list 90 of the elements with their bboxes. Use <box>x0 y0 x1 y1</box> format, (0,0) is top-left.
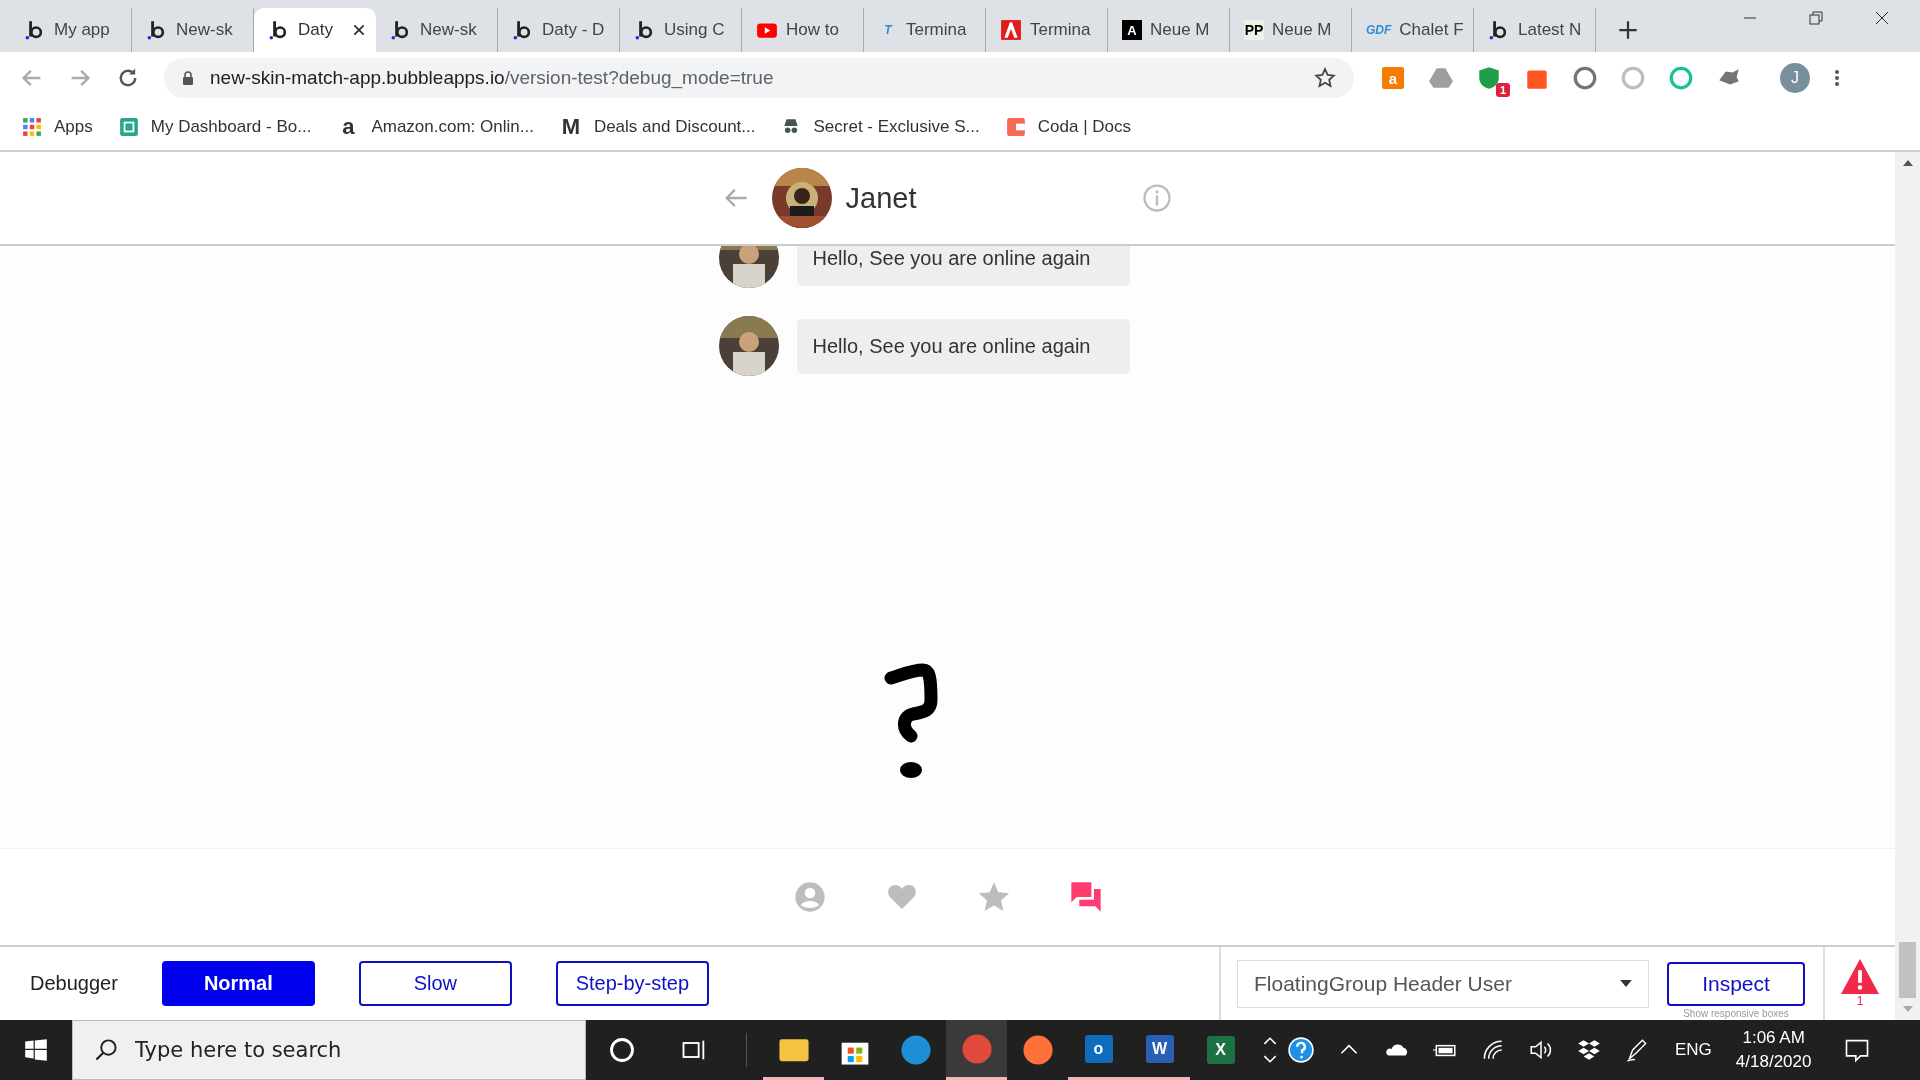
browser-tab[interactable]: Using C <box>620 8 742 52</box>
browser-tab[interactable]: My app <box>10 8 132 52</box>
tab-title: Termina <box>1030 20 1092 40</box>
speed-button[interactable]: Step-by-step <box>555 961 709 1006</box>
bookmark-link[interactable]: a Amazon.com: Onlin... <box>337 114 534 140</box>
browser-tab[interactable]: A Neue M <box>1108 8 1230 52</box>
site-logo: a <box>341 114 356 140</box>
chevron-down-icon[interactable] <box>1263 1055 1277 1064</box>
close-icon[interactable] <box>352 23 366 37</box>
browser-tab[interactable]: Daty <box>254 8 376 52</box>
scroll-up-icon[interactable] <box>1902 160 1913 166</box>
scrollbar[interactable] <box>1895 152 1920 1020</box>
taskbar-app[interactable] <box>946 1020 1007 1080</box>
browser-tab[interactable]: GDF Chalet F <box>1352 8 1474 52</box>
bookmark-link[interactable]: M Deals and Discount... <box>559 114 756 140</box>
excel-logo: X <box>1206 1036 1235 1064</box>
taskbar-search-field[interactable]: Type here to search <box>72 1020 586 1080</box>
tab-title: My app <box>54 20 111 40</box>
inspect-button[interactable]: Inspect <box>1667 962 1805 1006</box>
site-logo: PP <box>1244 20 1264 40</box>
browser-tab[interactable]: How to <box>742 8 864 52</box>
tab-title: Using C <box>664 20 726 40</box>
tab-title: How to <box>786 20 840 40</box>
lock-icon <box>182 71 194 85</box>
chrome-logo-icon <box>959 1031 994 1066</box>
site-logo: M <box>560 114 582 140</box>
tab-title: Termina <box>906 20 968 40</box>
caret-icon <box>1620 980 1632 987</box>
browser-tab[interactable]: PP Neue M <box>1230 8 1352 52</box>
notification-badge: 1 <box>1495 83 1510 97</box>
browser-tab[interactable]: Termina <box>986 8 1108 52</box>
tab-title: Latest N <box>1518 20 1583 40</box>
help-icon[interactable] <box>1288 1037 1314 1063</box>
bookmark-link[interactable]: My Dashboard - Bo... <box>118 117 312 137</box>
dashboard-icon <box>118 117 139 137</box>
site-logo: GDF <box>1366 22 1392 39</box>
apps-grid-icon <box>22 117 42 137</box>
contact-name: Janet <box>845 181 918 215</box>
search-icon <box>94 1038 118 1062</box>
chevron-up-icon[interactable] <box>1263 1036 1277 1045</box>
firefox-logo-icon <box>1020 1033 1055 1067</box>
site-logo: T <box>883 22 894 39</box>
element-dropdown[interactable]: FloatingGroup Header User <box>1237 959 1649 1008</box>
taskbar-app[interactable]: o <box>1068 1020 1129 1080</box>
tab-title: Chalet F <box>1399 20 1463 40</box>
outlook-logo: o <box>1084 1034 1113 1063</box>
message-bubble: Hello, See you are online again <box>796 318 1130 374</box>
scrollbar-thumb[interactable] <box>1899 942 1916 998</box>
tab-title: New-sk <box>420 20 478 40</box>
word-logo: W <box>1145 1034 1174 1063</box>
warning-icon[interactable] <box>1841 959 1879 994</box>
bookmark-link[interactable]: Apps <box>22 117 93 137</box>
menu-icon[interactable] <box>1834 68 1840 88</box>
taskbar-clock[interactable]: 1:06 AM 4/18/2020 <box>1735 1028 1812 1072</box>
browser-tab[interactable]: Daty - D <box>498 8 620 52</box>
speed-button[interactable]: Normal <box>161 961 315 1006</box>
new-tab-icon[interactable] <box>1618 20 1638 40</box>
url-text: new-skin-match-app.bubbleapps.io/version-test?debug_mode=true <box>210 67 775 89</box>
tab-title: New-sk <box>176 20 234 40</box>
address-bar[interactable]: new-skin-match-app.bubbleapps.io/version-test?debug_mode=true <box>164 58 1354 98</box>
taskbar-app[interactable]: W <box>1129 1020 1190 1080</box>
extension-icon[interactable] <box>1428 65 1454 91</box>
language-indicator[interactable]: ENG <box>1675 1040 1712 1060</box>
tab-title: Daty <box>298 20 334 40</box>
taskbar-app[interactable]: X <box>1190 1020 1251 1080</box>
adobe-logo-icon <box>1000 19 1022 41</box>
extension-icon[interactable] <box>1476 65 1502 91</box>
tab-title: Neue M <box>1272 20 1333 40</box>
browser-tab[interactable]: T Termina <box>864 8 986 52</box>
tab-title: Daty - D <box>542 20 606 40</box>
bookmark-link[interactable]: Coda | Docs <box>1005 117 1131 137</box>
tab-title: Neue M <box>1150 20 1211 40</box>
chat-icon[interactable] <box>1069 881 1102 913</box>
star-icon[interactable] <box>977 881 1010 913</box>
edge-logo-icon <box>898 1033 933 1067</box>
pen-icon[interactable] <box>1624 1037 1650 1063</box>
restore-icon[interactable] <box>1808 10 1824 26</box>
bookmark-link[interactable]: Secret - Exclusive S... <box>781 117 980 137</box>
coda-logo-icon <box>1005 117 1026 137</box>
warning-count: 1 <box>1856 994 1864 1008</box>
extension-icon[interactable] <box>1572 65 1598 91</box>
close-icon[interactable] <box>1874 10 1890 26</box>
bookmark-star-icon[interactable] <box>1314 67 1336 89</box>
browser-tab[interactable]: New-sk <box>376 8 498 52</box>
windows-start-icon[interactable] <box>24 1038 48 1062</box>
browser-tab[interactable]: Latest N <box>1474 8 1596 52</box>
site-logo: A <box>1122 20 1142 40</box>
cortana-circle-icon[interactable] <box>608 1036 636 1064</box>
speed-button[interactable]: Slow <box>358 961 512 1006</box>
debugger-label: Debugger <box>30 972 118 995</box>
